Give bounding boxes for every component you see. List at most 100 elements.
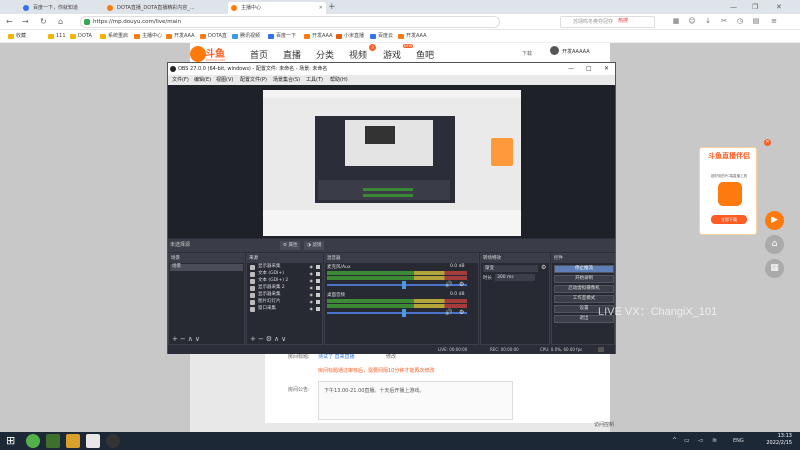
douyu-logo[interactable]: 斗鱼 DOUYU.COM <box>190 45 230 63</box>
tray-volume-icon[interactable]: ◅ <box>698 437 703 444</box>
download-link[interactable]: 下载 <box>522 50 532 57</box>
tray-wifi-icon[interactable]: ≋ <box>712 437 717 444</box>
tray-up-icon[interactable]: ^ <box>672 437 677 444</box>
obs-minimize-icon[interactable]: — <box>568 63 574 75</box>
start-recording-button[interactable]: 开始录制 <box>554 275 614 283</box>
fader-knob[interactable] <box>402 281 406 289</box>
studio-mode-button[interactable]: 工作室模式 <box>554 295 614 303</box>
app-icon-folder[interactable] <box>66 434 80 448</box>
back-icon[interactable]: ← <box>6 16 13 28</box>
stop-streaming-button[interactable]: 停止推流 <box>554 265 614 273</box>
nav-live[interactable]: 直播 <box>283 48 301 61</box>
play-icon[interactable]: ▶ <box>765 211 784 230</box>
menu-tools[interactable]: 工具(T) <box>306 75 323 85</box>
extension-icon[interactable]: ▦ <box>672 17 680 25</box>
scissors-icon[interactable]: ✂ <box>720 17 728 25</box>
eye-icon[interactable]: ◉ <box>310 299 314 306</box>
search-input[interactable]: 苏翊鸣冬奥夺冠夺 <box>560 16 655 28</box>
lock-icon[interactable] <box>316 279 320 283</box>
bookmark-item[interactable]: 开发AAA <box>166 30 195 43</box>
windows-start-icon[interactable]: ⊞ <box>6 434 20 448</box>
bookmark-item[interactable]: 收藏 <box>8 30 26 43</box>
menu-icon[interactable]: ≡ <box>770 17 778 25</box>
bookmark-item[interactable]: 开发AAA <box>398 30 427 43</box>
bookmark-item[interactable]: 百度云 <box>370 30 393 43</box>
transition-gear-icon[interactable]: ⚙ <box>541 264 546 271</box>
menu-scene-collection[interactable]: 场景集合(S) <box>273 75 300 85</box>
nav-game[interactable]: 游戏 <box>383 48 401 61</box>
transition-select[interactable]: 渐变 <box>483 265 538 272</box>
source-item[interactable]: 显示器采集 ◉ <box>248 292 321 299</box>
tab-dota[interactable]: DOTA直播_DOTA直播精彩内容_... <box>104 2 226 14</box>
obs-maximize-icon[interactable]: □ <box>586 63 592 75</box>
forward-icon[interactable]: → <box>22 16 29 28</box>
menu-edit[interactable]: 编辑(E) <box>194 75 211 85</box>
bookmark-item[interactable]: DOTA直 <box>200 30 227 43</box>
tab-baidu[interactable]: 百度一下，你就知道 <box>20 2 102 14</box>
speaker-icon[interactable]: 🔊 <box>445 281 452 288</box>
obs-taskbar-icon[interactable] <box>106 434 120 448</box>
home-icon[interactable]: ⌂ <box>58 16 63 28</box>
grid-icon[interactable]: ▤ <box>752 17 760 25</box>
source-item[interactable]: 窗口采集 ◉ <box>248 306 321 313</box>
eye-icon[interactable]: ◉ <box>310 278 314 285</box>
menu-help[interactable]: 帮助(H) <box>330 75 348 85</box>
history-icon[interactable]: ◷ <box>736 17 744 25</box>
hot-search-label[interactable]: 热搜 <box>618 15 628 27</box>
bookmark-item[interactable]: 小米直播 <box>336 30 364 43</box>
lock-icon[interactable] <box>316 293 320 297</box>
menu-file[interactable]: 文件(F) <box>172 75 189 85</box>
restore-icon[interactable]: ❐ <box>752 1 758 13</box>
source-item[interactable]: 显示器采集 2 ◉ <box>248 285 321 292</box>
bookmark-item[interactable]: DOTA <box>70 30 92 43</box>
source-item[interactable]: 图片幻灯片 ◉ <box>248 299 321 306</box>
bookmark-item[interactable]: 百度一下 <box>268 30 296 43</box>
minimize-icon[interactable]: — <box>730 1 737 13</box>
app-side-icon[interactable]: ▦ <box>765 259 784 278</box>
lock-icon[interactable] <box>316 307 320 311</box>
reload-icon[interactable]: ↻ <box>40 16 47 28</box>
filters-button[interactable]: ◑ 滤镜 <box>304 241 325 250</box>
obs-close-icon[interactable]: ✕ <box>604 63 609 75</box>
app-icon-green[interactable] <box>26 434 40 448</box>
preview-canvas[interactable] <box>263 90 521 236</box>
lock-icon[interactable] <box>316 272 320 276</box>
tab-anchor-center[interactable]: 主播中心 ✕ <box>228 2 326 14</box>
gear-icon[interactable]: ⚙ <box>459 309 464 316</box>
access-control-link[interactable]: 访问控制 <box>594 421 614 428</box>
lock-icon[interactable] <box>316 286 320 290</box>
menu-view[interactable]: 视图(V) <box>216 75 233 85</box>
app-icon-leaf[interactable] <box>46 434 60 448</box>
new-tab-button[interactable]: + <box>328 2 336 12</box>
eye-icon[interactable]: ◉ <box>310 285 314 292</box>
home-side-icon[interactable]: ⌂ <box>765 235 784 254</box>
bookmark-item[interactable]: 腾讯视频 <box>232 30 260 43</box>
gear-icon[interactable]: ⚙ <box>459 281 464 288</box>
duration-input[interactable]: 300 ms <box>495 274 535 281</box>
source-item[interactable]: 显示器采集 ◉ <box>248 264 321 271</box>
taskbar-clock[interactable]: 13:13 2022/2/15 <box>766 433 792 447</box>
url-input[interactable]: https://mp.douyu.com/live/main <box>80 16 500 28</box>
lock-icon[interactable] <box>316 265 320 269</box>
sources-toolbar[interactable]: +−⚙∧∨ <box>247 334 322 344</box>
virtual-camera-button[interactable]: 启动虚拟摄像机 <box>554 285 614 293</box>
user-icon[interactable]: ☺ <box>688 17 696 25</box>
source-item[interactable]: 文本 (GDI+) ◉ <box>248 271 321 278</box>
tray-language[interactable]: ENG <box>733 438 744 444</box>
scenes-toolbar[interactable]: +−∧∨ <box>169 334 244 344</box>
close-tab-icon[interactable]: ✕ <box>319 2 323 14</box>
nav-home[interactable]: 首页 <box>250 48 268 61</box>
app-icon-window[interactable] <box>86 434 100 448</box>
eye-icon[interactable]: ◉ <box>310 292 314 299</box>
user-menu[interactable]: 开发AAAAA <box>550 46 590 55</box>
scene-item[interactable]: 场景 <box>170 264 243 271</box>
bookmark-item[interactable]: 开发AAA <box>304 30 333 43</box>
eye-icon[interactable]: ◉ <box>310 306 314 313</box>
eye-icon[interactable]: ◉ <box>310 271 314 278</box>
nav-category[interactable]: 分类 <box>316 48 334 61</box>
fader-knob[interactable] <box>402 309 406 317</box>
source-item[interactable]: 文本 (GDI+) 2 ◉ <box>248 278 321 285</box>
eye-icon[interactable]: ◉ <box>310 264 314 271</box>
properties-button[interactable]: ⚙ 属性 <box>280 241 301 250</box>
menu-profile[interactable]: 配置文件(P) <box>240 75 267 85</box>
